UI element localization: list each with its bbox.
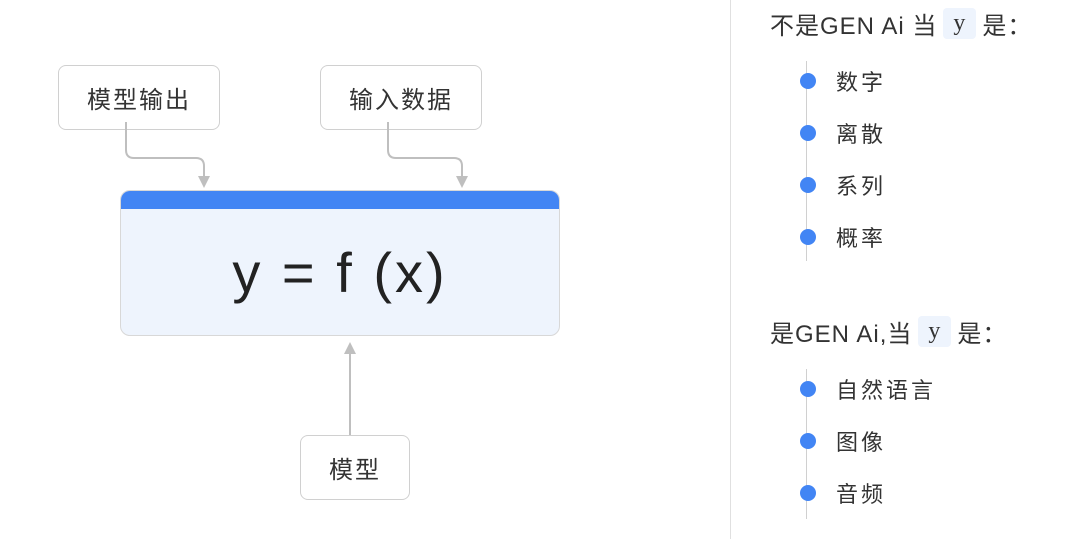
title-prefix: 不是GEN Ai 当 — [770, 6, 937, 41]
right-panel: 不是GEN Ai 当 y 是： 数字 离散 系列 概率 — [730, 0, 1080, 539]
label-model-output: 模型输出 — [58, 65, 220, 130]
label-text: 模型 — [329, 457, 381, 484]
list-item: 图像 — [800, 415, 1080, 467]
item-text: 系列 — [836, 169, 886, 201]
label-text: 输入数据 — [349, 87, 453, 114]
section-not-gen-ai: 不是GEN Ai 当 y 是： 数字 离散 系列 概率 — [730, 6, 1080, 263]
bullet-icon — [800, 177, 816, 193]
label-input-data: 输入数据 — [320, 65, 482, 130]
arrow-output-to-y — [118, 122, 218, 192]
label-text: 模型输出 — [87, 87, 191, 114]
item-list-not-gen: 数字 离散 系列 概率 — [800, 55, 1080, 263]
list-item: 音频 — [800, 467, 1080, 519]
bullet-icon — [800, 73, 816, 89]
bullet-icon — [800, 485, 816, 501]
item-text: 图像 — [836, 425, 886, 457]
formula-header-bar — [121, 191, 559, 209]
bullet-icon — [800, 433, 816, 449]
y-highlight: y — [918, 316, 951, 347]
label-model: 模型 — [300, 435, 410, 500]
item-list-is-gen: 自然语言 图像 音频 — [800, 363, 1080, 519]
y-highlight: y — [943, 8, 976, 39]
item-text: 自然语言 — [836, 373, 936, 405]
bullet-icon — [800, 125, 816, 141]
bullet-icon — [800, 229, 816, 245]
arrow-model-to-f — [330, 340, 370, 435]
list-item: 自然语言 — [800, 363, 1080, 415]
formula-text: y = f (x) — [121, 209, 559, 335]
title-prefix: 是GEN Ai,当 — [770, 314, 912, 349]
section-is-gen-ai: 是GEN Ai,当 y 是： 自然语言 图像 音频 — [730, 314, 1080, 519]
list-item: 概率 — [800, 211, 1080, 263]
section-title-is-gen: 是GEN Ai,当 y 是： — [770, 314, 1080, 349]
diagram-panel: 模型输出 输入数据 y = f (x) 模型 — [0, 0, 730, 539]
bullet-icon — [800, 381, 816, 397]
list-item: 系列 — [800, 159, 1080, 211]
item-text: 概率 — [836, 221, 886, 253]
list-item: 离散 — [800, 107, 1080, 159]
title-suffix: 是： — [957, 314, 1007, 349]
list-item: 数字 — [800, 55, 1080, 107]
title-suffix: 是： — [982, 6, 1032, 41]
item-text: 音频 — [836, 477, 886, 509]
section-title-not-gen: 不是GEN Ai 当 y 是： — [770, 6, 1080, 41]
item-text: 离散 — [836, 117, 886, 149]
formula-box: y = f (x) — [120, 190, 560, 336]
item-text: 数字 — [836, 65, 886, 97]
arrow-input-to-x — [380, 122, 480, 192]
